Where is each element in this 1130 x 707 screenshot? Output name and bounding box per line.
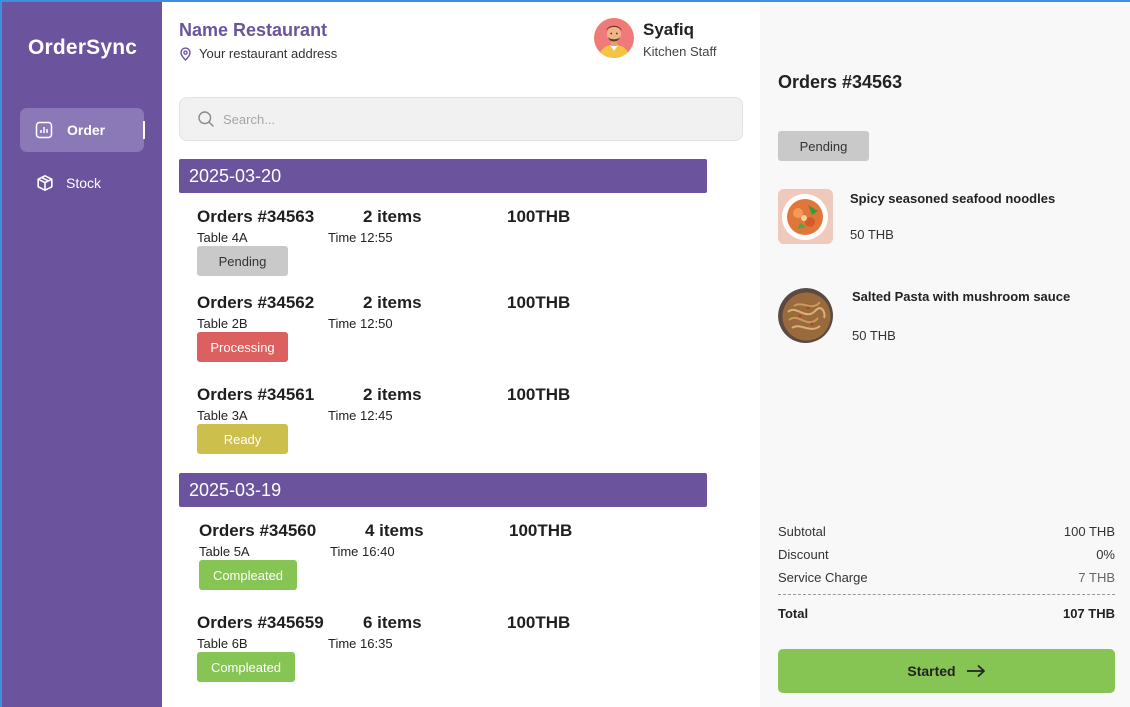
address-text: Your restaurant address	[199, 46, 338, 61]
status-badge[interactable]: Compleated	[199, 560, 297, 590]
status-badge[interactable]: Ready	[197, 424, 288, 454]
item-price: 50 THB	[852, 328, 896, 343]
avatar	[594, 18, 634, 58]
subtotal-label: Subtotal	[778, 524, 826, 539]
order-row[interactable]: Orders #345659 6 items 100THB Table 6B T…	[197, 613, 617, 693]
user-profile[interactable]: Syafiq Kitchen Staff	[594, 18, 716, 59]
status-badge[interactable]: Compleated	[197, 652, 295, 682]
summary-divider	[778, 594, 1115, 595]
order-table: Table 4A	[197, 230, 248, 245]
order-table: Table 6B	[197, 636, 248, 651]
order-time: Time 16:35	[328, 636, 393, 651]
item-name: Salted Pasta with mushroom sauce	[852, 289, 1071, 304]
order-price: 100THB	[509, 521, 573, 540]
order-item: Salted Pasta with mushroom sauce 50 THB	[778, 288, 1118, 348]
sidebar: OrderSync Order Stock	[2, 2, 162, 707]
discount-label: Discount	[778, 547, 829, 562]
pasta-image	[778, 288, 833, 343]
subtotal-row: Subtotal 100 THB	[778, 524, 1115, 539]
start-button-label: Started	[907, 663, 956, 679]
order-price: 100THB	[507, 613, 571, 632]
order-table: Table 3A	[197, 408, 248, 423]
order-time: Time 16:40	[330, 544, 395, 559]
order-item: Spicy seasoned seafood noodles 50 THB	[778, 189, 1118, 249]
order-detail-panel: Orders #34563 Pending Spicy seasoned sea…	[760, 2, 1130, 707]
user-role: Kitchen Staff	[643, 44, 717, 59]
sidebar-item-label: Order	[67, 122, 106, 138]
order-id: Orders #34562	[197, 293, 315, 312]
restaurant-name: Name Restaurant	[179, 20, 328, 40]
item-price: 50 THB	[850, 227, 894, 242]
order-price: 100THB	[507, 207, 571, 226]
item-name: Spicy seasoned seafood noodles	[850, 191, 1056, 206]
detail-title: Orders #34563	[778, 72, 903, 92]
search-icon	[197, 110, 215, 128]
order-price: 100THB	[507, 385, 571, 404]
search-input[interactable]	[223, 111, 703, 127]
service-charge-label: Service Charge	[778, 570, 868, 585]
date-header: 2025-03-19	[179, 473, 707, 507]
box-icon	[36, 174, 54, 192]
order-item-count: 2 items	[363, 293, 422, 312]
order-item-count: 6 items	[363, 613, 422, 632]
arrow-right-icon	[966, 664, 986, 678]
total-row: Total 107 THB	[778, 606, 1115, 621]
order-time: Time 12:50	[328, 316, 393, 331]
status-badge[interactable]: Processing	[197, 332, 288, 362]
search-bar[interactable]	[179, 97, 743, 141]
discount-value: 0%	[1096, 547, 1115, 562]
status-badge: Pending	[778, 131, 869, 161]
service-charge-value: 7 THB	[1078, 570, 1115, 585]
service-charge-row: Service Charge 7 THB	[778, 570, 1115, 585]
order-row[interactable]: Orders #34562 2 items 100THB Table 2B Ti…	[197, 293, 617, 373]
seafood-noodles-image	[778, 189, 833, 244]
total-value: 107 THB	[1062, 606, 1115, 621]
user-name: Syafiq	[643, 20, 695, 39]
start-order-button[interactable]: Started	[778, 649, 1115, 693]
order-item-count: 4 items	[365, 521, 424, 540]
active-indicator	[143, 121, 145, 139]
chart-icon	[35, 121, 53, 139]
order-id: Orders #345659	[197, 613, 324, 632]
sidebar-item-label: Stock	[66, 175, 102, 191]
location-pin-icon	[179, 46, 192, 61]
order-price: 100THB	[507, 293, 571, 312]
restaurant-address: Your restaurant address	[179, 46, 337, 61]
order-row[interactable]: Orders #34561 2 items 100THB Table 3A Ti…	[197, 385, 617, 465]
sidebar-item-order[interactable]: Order	[20, 108, 145, 152]
sidebar-item-stock[interactable]: Stock	[20, 161, 144, 205]
total-label: Total	[778, 606, 809, 621]
order-table: Table 2B	[197, 316, 248, 331]
status-badge[interactable]: Pending	[197, 246, 288, 276]
order-time: Time 12:45	[328, 408, 393, 423]
order-table: Table 5A	[199, 544, 250, 559]
discount-row: Discount 0%	[778, 547, 1115, 562]
order-id: Orders #34560	[199, 521, 317, 540]
order-time: Time 12:55	[328, 230, 393, 245]
order-row[interactable]: Orders #34560 4 items 100THB Table 5A Ti…	[199, 521, 619, 601]
app-logo: OrderSync	[28, 36, 138, 59]
subtotal-value: 100 THB	[1063, 524, 1115, 539]
order-item-count: 2 items	[363, 385, 422, 404]
order-item-count: 2 items	[363, 207, 422, 226]
order-list-panel: Name Restaurant Your restaurant address …	[162, 2, 760, 707]
order-id: Orders #34561	[197, 385, 315, 404]
order-row[interactable]: Orders #34563 2 items 100THB Table 4A Ti…	[197, 207, 617, 287]
order-id: Orders #34563	[197, 207, 315, 226]
date-header: 2025-03-20	[179, 159, 707, 193]
